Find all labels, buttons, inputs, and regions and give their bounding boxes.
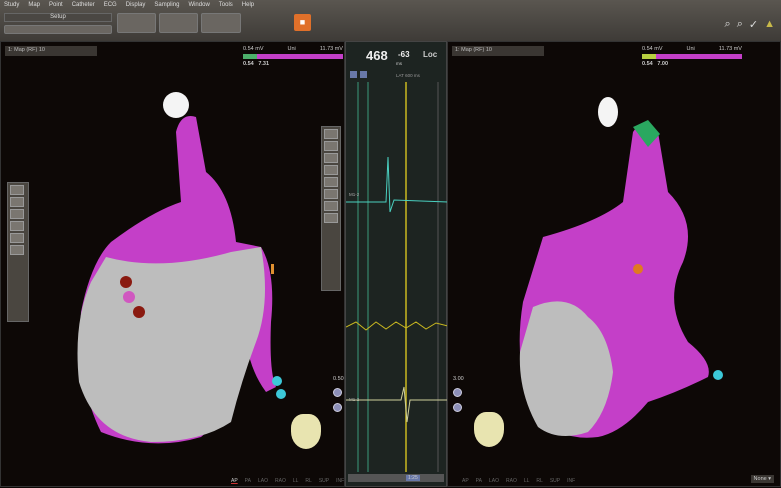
- tool-button[interactable]: [324, 129, 338, 139]
- zoom-control[interactable]: 3.00: [453, 376, 464, 418]
- tool-button[interactable]: [324, 177, 338, 187]
- zoom-out-button[interactable]: [333, 403, 342, 412]
- left-map-panel[interactable]: 1: Map (RF) 10 0.54 mV Uni 11.73 mV 0.54 7…: [0, 41, 345, 487]
- menu-study[interactable]: Study: [4, 2, 19, 8]
- warning-icon[interactable]: ▲: [764, 18, 775, 31]
- toolbar-button[interactable]: [201, 13, 241, 33]
- zoom-in-button[interactable]: [333, 388, 342, 397]
- tool-button[interactable]: [324, 165, 338, 175]
- menu-ecg[interactable]: ECG: [104, 2, 117, 8]
- ecg-traces: [346, 82, 448, 472]
- tool-button[interactable]: [324, 141, 338, 151]
- checkmark-icon[interactable]: ✓: [749, 18, 758, 31]
- tool-button[interactable]: [10, 185, 24, 195]
- zoom-out-button[interactable]: [453, 403, 462, 412]
- lat-value: -63: [398, 50, 410, 59]
- ecg-scrollbar[interactable]: 1:25: [348, 474, 444, 482]
- menu-sampling[interactable]: Sampling: [154, 2, 179, 8]
- tool-button[interactable]: [10, 233, 24, 243]
- menu-bar: Study Map Point Catheter ECG Display Sam…: [4, 2, 254, 8]
- tool-button[interactable]: [10, 209, 24, 219]
- tool-button[interactable]: [324, 153, 338, 163]
- menu-window[interactable]: Window: [188, 2, 209, 8]
- cycle-length: 468: [366, 48, 388, 63]
- face-marker: [163, 92, 189, 118]
- zoom-icon[interactable]: ⌕: [725, 18, 731, 31]
- dropdown-value: None: [753, 476, 767, 482]
- orientation-heart-icon[interactable]: [291, 414, 321, 449]
- toolbar-icons: ⌕ ⌕ ✓ ▲: [725, 18, 775, 31]
- menu-map[interactable]: Map: [28, 2, 40, 8]
- tool-button[interactable]: [324, 213, 338, 223]
- left-tool-palette[interactable]: [7, 182, 29, 322]
- ecg-button[interactable]: [360, 71, 367, 78]
- mode-label[interactable]: Loc: [423, 50, 437, 59]
- ecg-button[interactable]: [350, 71, 357, 78]
- timer: 1:25: [406, 475, 420, 481]
- menu-help[interactable]: Help: [242, 2, 254, 8]
- channel-bottom: M1-2: [349, 397, 360, 402]
- toolbar-button[interactable]: [117, 13, 156, 33]
- record-icon[interactable]: ■: [294, 14, 311, 31]
- zoom-value: 0.50: [333, 376, 344, 382]
- view-lao[interactable]: LAO: [489, 478, 499, 484]
- tool-button[interactable]: [10, 221, 24, 231]
- menu-catheter[interactable]: Catheter: [72, 2, 95, 8]
- channel-top: M1-2: [349, 192, 360, 197]
- zoom-control[interactable]: 0.50: [333, 376, 344, 418]
- toolbar: Study Map Point Catheter ECG Display Sam…: [0, 0, 781, 41]
- menu-tools[interactable]: Tools: [219, 2, 233, 8]
- ecg-panel[interactable]: 468 -63 Loc ms LAT 600 ms M1-2 M1-2 1:25: [345, 41, 448, 487]
- tool-button[interactable]: [324, 189, 338, 199]
- view-buttons[interactable]: AP PA LAO RAO LL RL SUP INF: [231, 478, 344, 484]
- menu-point[interactable]: Point: [49, 2, 63, 8]
- view-ap[interactable]: AP: [231, 478, 238, 484]
- right-map-panel[interactable]: 1: Map (RF) 10 0.54 mV Uni 11.73 mV 0.54 7…: [447, 41, 781, 487]
- tool-button[interactable]: [324, 201, 338, 211]
- toolbar-button[interactable]: [159, 13, 198, 33]
- zoom-in-button[interactable]: [453, 388, 462, 397]
- menu-display[interactable]: Display: [126, 2, 146, 8]
- view-buttons[interactable]: AP PA LAO RAO LL RL SUP INF: [462, 478, 575, 484]
- lat-sublabel: LAT 600 ms: [396, 73, 420, 78]
- zoom-value: 3.00: [453, 376, 464, 382]
- orientation-heart-icon[interactable]: [474, 412, 504, 447]
- right-tool-palette[interactable]: [321, 126, 341, 291]
- face-marker: [598, 97, 618, 127]
- zoom-out-icon[interactable]: ⌕: [737, 18, 743, 31]
- study-selector[interactable]: Setup: [4, 13, 112, 22]
- lat-unit: ms: [396, 61, 402, 66]
- display-dropdown[interactable]: None ▾: [750, 475, 774, 483]
- toolbar-button-row[interactable]: [4, 25, 112, 34]
- tool-button[interactable]: [10, 245, 24, 255]
- tool-button[interactable]: [10, 197, 24, 207]
